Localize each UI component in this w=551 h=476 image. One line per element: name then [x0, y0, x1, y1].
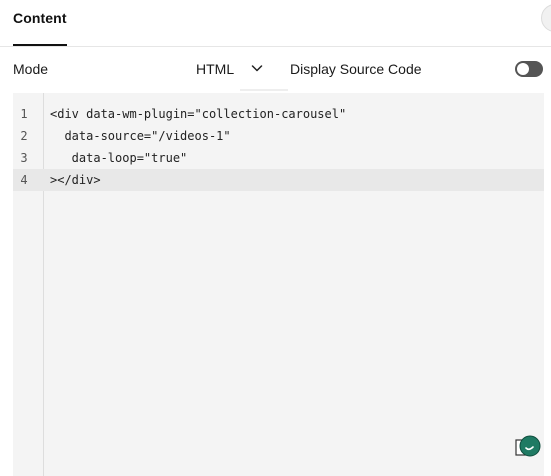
- mode-label: Mode: [13, 61, 49, 77]
- code-line[interactable]: 3 data-loop="true": [13, 147, 544, 169]
- code-line[interactable]: 1 <div data-wm-plugin="collection-carous…: [13, 103, 544, 125]
- mode-row: Mode HTML Display Source Code: [0, 47, 551, 91]
- line-number: 3: [20, 151, 28, 165]
- mode-select[interactable]: HTML: [188, 53, 272, 85]
- tab-content[interactable]: Content: [13, 10, 67, 46]
- line-number: 4: [20, 173, 28, 187]
- toggle-knob: [517, 63, 529, 75]
- active-tab-indicator: [13, 44, 67, 46]
- line-text: <div data-wm-plugin="collection-carousel…: [50, 107, 347, 121]
- select-underline: [240, 89, 288, 91]
- display-source-code-label: Display Source Code: [290, 61, 422, 77]
- line-text: ></div>: [50, 173, 101, 187]
- mode-select-value: HTML: [196, 61, 235, 77]
- chevron-down-icon: [251, 65, 263, 72]
- code-editor[interactable]: 1 <div data-wm-plugin="collection-carous…: [13, 93, 544, 476]
- line-number: 1: [20, 107, 28, 121]
- code-line-active[interactable]: 4 ></div>: [13, 169, 544, 191]
- line-text: data-source="/videos-1": [50, 129, 231, 143]
- code-line[interactable]: 2 data-source="/videos-1": [13, 125, 544, 147]
- line-text: data-loop="true": [50, 151, 188, 165]
- display-source-code-toggle[interactable]: [515, 61, 543, 77]
- panel-corner-button[interactable]: [541, 4, 551, 32]
- assistant-bubble-icon[interactable]: [515, 434, 541, 460]
- tab-bar: Content: [0, 0, 551, 47]
- content-panel: Content Mode HTML Display Source Code 1 …: [0, 0, 551, 476]
- line-number: 2: [20, 129, 28, 143]
